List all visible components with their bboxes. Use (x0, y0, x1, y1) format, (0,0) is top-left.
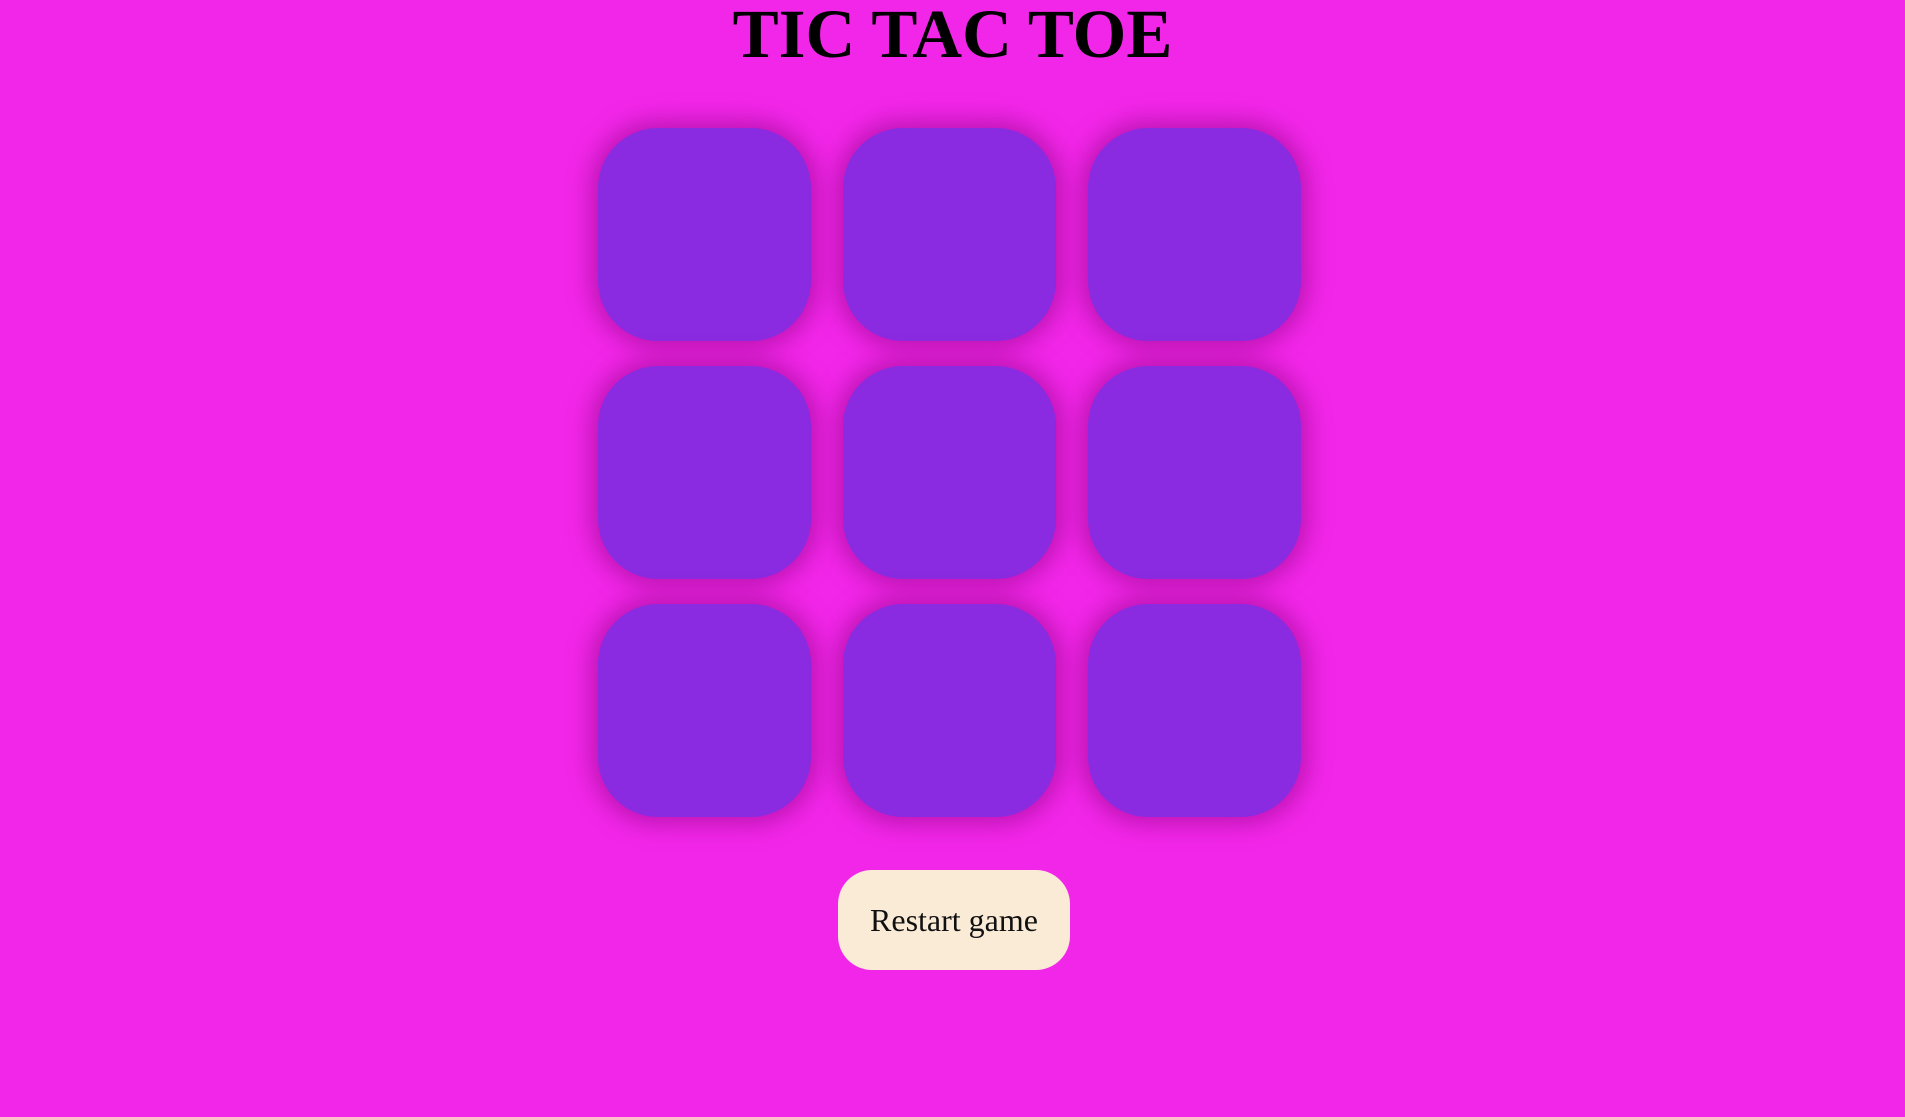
board-cell-3[interactable] (1088, 128, 1301, 341)
restart-game-button[interactable]: Restart game (838, 870, 1070, 970)
board-cell-8[interactable] (843, 604, 1056, 817)
board-cell-6[interactable] (1088, 366, 1301, 579)
board-cell-4[interactable] (598, 366, 811, 579)
board-cell-9[interactable] (1088, 604, 1301, 817)
page-title: TIC TAC TOE (732, 0, 1173, 72)
game-board (598, 128, 1304, 817)
board-cell-1[interactable] (598, 128, 811, 341)
board-cell-2[interactable] (843, 128, 1056, 341)
board-cell-5[interactable] (843, 366, 1056, 579)
board-cell-7[interactable] (598, 604, 811, 817)
